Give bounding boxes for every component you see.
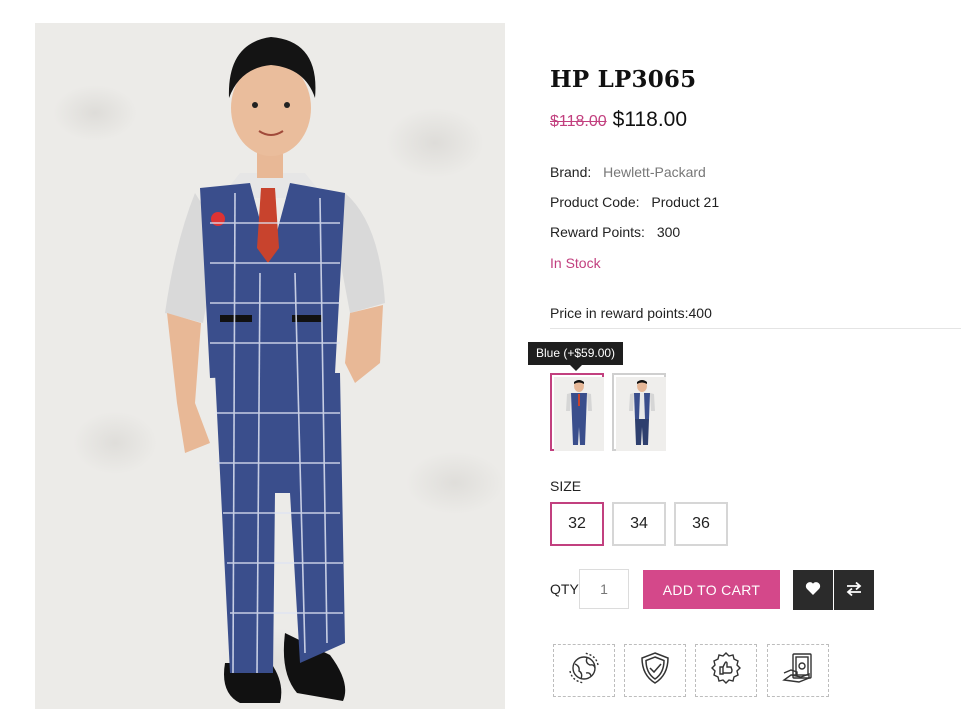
reward-points-value: 300 — [656, 224, 681, 240]
size-label: SIZE — [550, 478, 582, 494]
wishlist-button[interactable] — [793, 570, 833, 610]
product-title: HP LP3065 — [550, 66, 697, 93]
quality-badge — [695, 644, 757, 697]
quality-badge-icon — [709, 651, 743, 690]
add-to-cart-button[interactable]: ADD TO CART — [643, 570, 780, 609]
reward-price: Price in reward points:400 — [550, 305, 712, 321]
product-code-row: Product Code: Product 21 — [550, 194, 719, 210]
divider — [550, 328, 961, 329]
size-option-36[interactable]: 36 — [674, 502, 728, 546]
compare-arrows-icon — [845, 581, 863, 600]
blue-swatch[interactable] — [550, 373, 604, 451]
cash-payment-icon — [781, 651, 815, 690]
current-price: $118.00 — [612, 108, 688, 131]
product-code-label: Product Code: — [550, 194, 640, 210]
stock-status: In Stock — [550, 255, 601, 271]
worldwide-shipping-badge — [553, 644, 615, 697]
secure-shield-icon — [639, 651, 671, 690]
product-code-value: Product 21 — [651, 194, 720, 210]
swatch-tooltip: Blue (+$59.00) — [528, 342, 624, 371]
product-main-image[interactable] — [35, 23, 505, 709]
qty-input[interactable] — [579, 569, 629, 609]
compare-button[interactable] — [834, 570, 874, 610]
brand-label: Brand: — [550, 164, 592, 180]
reward-points-row: Reward Points: 300 — [550, 224, 680, 240]
size-option-34[interactable]: 34 — [612, 502, 666, 546]
heart-icon — [805, 581, 821, 599]
qty-label: QTY — [550, 581, 579, 597]
secure-shield-badge — [624, 644, 686, 697]
reward-points-label: Reward Points: — [550, 224, 645, 240]
size-option-32[interactable]: 32 — [550, 502, 604, 546]
brand-value[interactable]: Hewlett-Packard — [603, 164, 706, 180]
alt-swatch[interactable] — [612, 373, 666, 451]
cash-payment-badge — [767, 644, 829, 697]
worldwide-shipping-icon — [567, 651, 601, 690]
brand-row: Brand: Hewlett-Packard — [550, 164, 706, 180]
price-row: $118.00 $118.00 — [550, 108, 687, 132]
old-price: $118.00 — [550, 113, 607, 130]
